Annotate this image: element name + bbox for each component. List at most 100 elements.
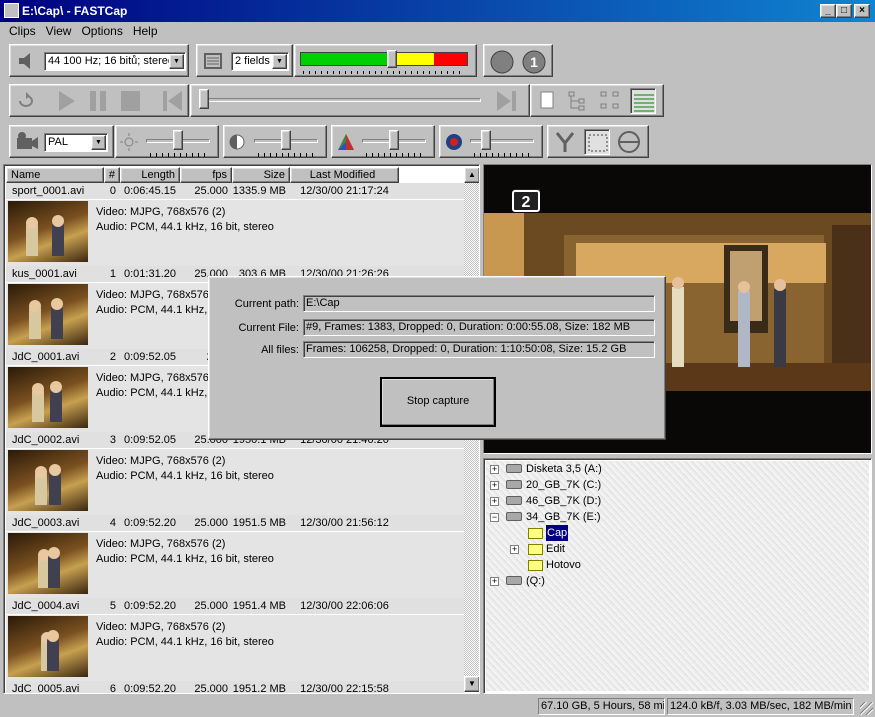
stop-icon[interactable] xyxy=(117,88,143,114)
y-filter-icon[interactable] xyxy=(552,129,578,155)
clip-detail[interactable]: Video: MJPG, 768x576 (2) Audio: PCM, 44.1… xyxy=(6,532,464,599)
expander-icon[interactable]: − xyxy=(490,513,499,522)
audio-format-select[interactable]: 44 100 Hz; 16 bitů; stereo ▼ xyxy=(44,52,186,71)
play-icon[interactable] xyxy=(53,88,79,114)
cell-num: 1 xyxy=(109,268,116,280)
level-meter-group xyxy=(294,44,477,77)
column-header-modified[interactable]: Last Modified xyxy=(290,167,399,183)
folder-icon xyxy=(528,560,543,571)
fields-select[interactable]: 2 fields ▼ xyxy=(231,52,289,71)
seek-slider-thumb[interactable] xyxy=(199,89,209,109)
hue-track xyxy=(470,139,534,143)
app-icon[interactable] xyxy=(4,3,19,18)
chevron-down-icon[interactable]: ▼ xyxy=(272,54,287,69)
scroll-up-icon[interactable]: ▲ xyxy=(464,167,479,183)
cell-length: 0:06:45.15 xyxy=(124,185,176,197)
scroll-down-icon[interactable]: ▼ xyxy=(464,676,479,692)
deinterlace-circle-icon[interactable] xyxy=(616,129,642,155)
cell-modified: 12/30/00 21:17:24 xyxy=(300,185,389,197)
fast-forward-icon[interactable] xyxy=(493,88,519,114)
video-standard-toolbar: PAL ▼ xyxy=(9,125,114,158)
clip-thumbnail xyxy=(8,284,88,345)
expander-icon[interactable]: + xyxy=(490,465,499,474)
tree-node-label: Hotovo xyxy=(546,559,581,571)
menu-clips[interactable]: Clips xyxy=(0,22,41,41)
chevron-down-icon[interactable]: ▼ xyxy=(91,135,106,150)
column-header-size[interactable]: Size xyxy=(232,167,290,183)
status-data-rate: 124.0 kB/f, 3.03 MB/sec, 182 MB/min xyxy=(667,698,854,715)
crop-icon[interactable] xyxy=(584,129,610,155)
table-row[interactable]: sport_0001.avi 0 0:06:45.15 25.000 1335.9 MB… xyxy=(6,183,464,199)
list-header: Name # Length fps Size Last Modified xyxy=(6,167,464,183)
menu-options[interactable]: Options xyxy=(76,22,127,41)
all-files-label: All files: xyxy=(261,344,299,356)
contrast-ticks xyxy=(258,153,314,157)
maximize-button[interactable]: □ xyxy=(836,4,852,18)
cell-modified: 12/30/00 21:56:12 xyxy=(300,517,389,529)
expander-icon[interactable]: + xyxy=(490,577,499,586)
chevron-down-icon[interactable]: ▼ xyxy=(169,54,184,69)
cell-name: JdC_0001.avi xyxy=(12,351,80,363)
expander-icon[interactable]: + xyxy=(490,481,499,490)
hue-slider-thumb[interactable] xyxy=(480,130,491,150)
minimize-button[interactable]: _ xyxy=(820,4,836,18)
close-button[interactable]: × xyxy=(854,4,870,18)
title-bar[interactable]: E:\Cap\ - FASTCap _ □ × xyxy=(0,0,875,22)
clip-thumbnail xyxy=(8,450,88,511)
stop-capture-button[interactable]: Stop capture xyxy=(380,377,496,427)
fields-value: 2 fields xyxy=(235,55,270,67)
color-slider-thumb[interactable] xyxy=(389,130,399,150)
clip-audio-info: Audio: PCM, 44.1 kHz, 16 bit, stereo xyxy=(96,553,274,565)
tree-node-label: Edit xyxy=(546,543,565,555)
level-slider-thumb[interactable] xyxy=(387,50,398,68)
cell-name: sport_0001.avi xyxy=(12,185,85,197)
brightness-slider-thumb[interactable] xyxy=(173,130,183,150)
expander-icon[interactable]: + xyxy=(490,497,499,506)
column-header-number[interactable]: # xyxy=(104,167,120,183)
clip-detail[interactable]: Video: MJPG, 768x576 (2) Audio: PCM, 44.1… xyxy=(6,449,464,516)
clip-detail[interactable]: Video: MJPG, 768x576 (2) Audio: PCM, 44.1… xyxy=(6,200,464,267)
drive-icon xyxy=(506,496,522,505)
table-row[interactable]: JdC_0004.avi 5 0:09:52.20 25.000 1951.4 MB 12… xyxy=(6,598,464,614)
column-header-name[interactable]: Name xyxy=(6,167,104,183)
menu-view[interactable]: View xyxy=(41,22,77,41)
table-row[interactable]: JdC_0005.avi 6 0:09:52.20 25.000 1951.2 MB 12… xyxy=(6,681,464,694)
detail-list-icon[interactable] xyxy=(630,88,656,114)
info-icon[interactable]: 1 xyxy=(521,50,547,76)
clip-detail[interactable]: Video: MJPG, 768x576 (2) Audio: PCM, 44.1… xyxy=(6,615,464,682)
clip-video-info: Video: MJPG, 768x576 (2) xyxy=(96,206,226,218)
video-standard-select[interactable]: PAL ▼ xyxy=(44,133,108,152)
single-page-icon[interactable] xyxy=(534,88,560,114)
drive-tree[interactable]: + Disketa 3,5 (A:) +20_GB_7K (C:) +46_GB_7K… xyxy=(483,458,872,694)
cell-length: 0:01:31.20 xyxy=(124,268,176,280)
column-header-fps[interactable]: fps xyxy=(180,167,232,183)
column-header-length[interactable]: Length xyxy=(120,167,180,183)
hue-ticks xyxy=(474,153,530,157)
record-icon[interactable] xyxy=(489,50,515,76)
cell-name: JdC_0003.avi xyxy=(12,517,80,529)
clip-video-info: Video: MJPG, 768x576 (2) xyxy=(96,455,226,467)
contrast-slider-thumb[interactable] xyxy=(281,130,291,150)
clip-video-info: Video: MJPG, 768x576 xyxy=(96,372,209,384)
tree-node-label: Cap xyxy=(546,525,569,541)
status-bar: 67.10 GB, 5 Hours, 58 min 124.0 kB/f, 3.… xyxy=(0,695,875,717)
camera-icon xyxy=(14,131,40,153)
pause-icon[interactable] xyxy=(85,88,111,114)
drive-icon xyxy=(506,464,522,473)
menu-help[interactable]: Help xyxy=(128,22,163,41)
loop-icon[interactable] xyxy=(13,88,39,114)
tree-view-alt-icon[interactable] xyxy=(598,88,624,114)
resize-grip-icon[interactable] xyxy=(860,702,873,715)
cell-size: 1335.9 MB xyxy=(232,185,286,197)
table-row[interactable]: JdC_0003.avi 4 0:09:52.20 25.000 1951.5 MB 12… xyxy=(6,515,464,531)
rewind-icon[interactable] xyxy=(160,88,186,114)
tree-view-icon[interactable] xyxy=(566,88,592,114)
clip-audio-info: Audio: PCM, 44.1 kHz, 16 bit, stereo xyxy=(96,636,274,648)
cell-modified: 12/30/00 22:15:58 xyxy=(300,683,389,694)
expander-icon[interactable]: + xyxy=(510,545,519,554)
tree-node-label: 20_GB_7K (C:) xyxy=(526,479,602,491)
cell-size: 1951.4 MB xyxy=(232,600,286,612)
hue-toolbar xyxy=(439,125,543,158)
color-toolbar xyxy=(331,125,435,158)
drive-icon xyxy=(506,576,522,585)
